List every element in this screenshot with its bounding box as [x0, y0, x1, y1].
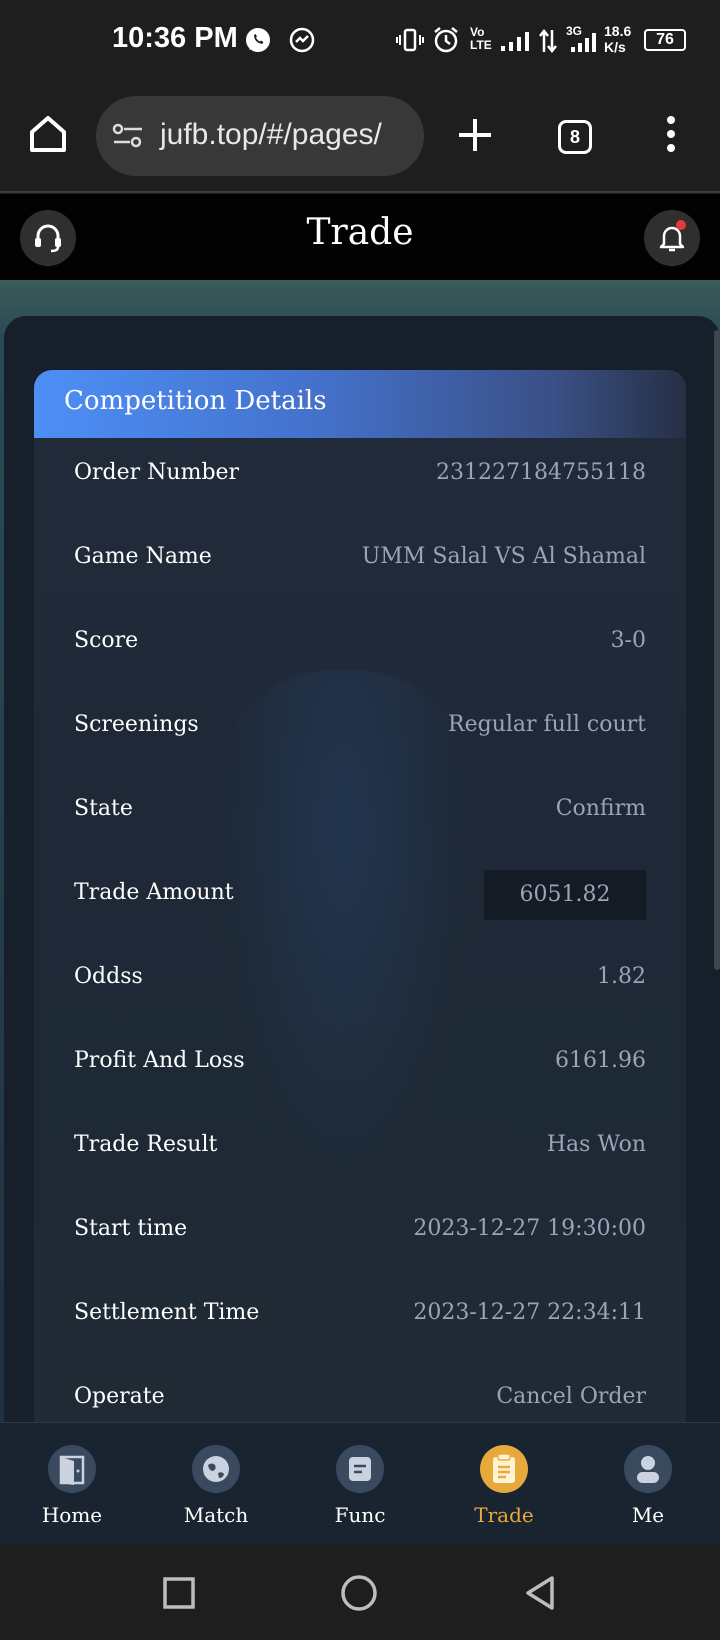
status-time: 10:36 PM — [112, 22, 238, 54]
competition-details-card: Competition Details Order Number 2312271… — [34, 370, 686, 1422]
detail-value: 2023-12-27 19:30:00 — [413, 1216, 646, 1241]
detail-label: Start time — [74, 1216, 188, 1241]
detail-label: State — [74, 796, 133, 821]
whatsapp-icon — [246, 28, 270, 52]
detail-label: Operate — [74, 1384, 165, 1409]
content-panel: Competition Details Order Number 2312271… — [4, 316, 720, 1422]
detail-row-game-name: Game Name UMM Salal VS Al Shamal — [74, 530, 646, 590]
page-title: Trade — [306, 212, 414, 253]
more-menu-icon[interactable] — [660, 114, 682, 154]
detail-label: Score — [74, 628, 139, 653]
detail-label: Order Number — [74, 460, 240, 485]
detail-label: Settlement Time — [74, 1300, 260, 1325]
document-icon — [336, 1445, 384, 1493]
page-scrollbar[interactable] — [714, 330, 720, 970]
globe-icon — [192, 1445, 240, 1493]
detail-value: 1.82 — [597, 964, 646, 989]
card-title: Competition Details — [64, 386, 327, 416]
tab-switcher-button[interactable]: 8 — [558, 120, 592, 154]
back-icon[interactable] — [522, 1574, 558, 1612]
nav-item-func[interactable]: Func — [288, 1423, 432, 1545]
network-speed: 18.6 — [604, 23, 632, 39]
nav-label: Home — [41, 1503, 103, 1527]
detail-row-state: State Confirm — [74, 782, 646, 842]
alarm-icon — [434, 27, 458, 53]
globe-glyph — [203, 1456, 229, 1482]
notification-dot — [676, 220, 686, 230]
bottom-navigation: Home Match Func Trade Me — [0, 1422, 720, 1544]
site-settings-icon[interactable] — [112, 122, 144, 150]
home-door-icon — [48, 1445, 96, 1493]
notifications-button[interactable] — [644, 210, 700, 266]
vibrate-icon — [396, 28, 424, 52]
messenger-icon — [289, 27, 315, 53]
nav-label: Me — [631, 1503, 665, 1527]
detail-row-start-time: Start time 2023-12-27 19:30:00 — [74, 1202, 646, 1262]
volte-label: Vo LTE — [470, 25, 492, 52]
signal-icon — [501, 32, 529, 51]
detail-row-profit-and-loss: Profit And Loss 6161.96 — [74, 1034, 646, 1094]
status-bar: 10:36 PM Vo LTE 3G 18.6 K/s 76 — [0, 0, 720, 80]
detail-value: UMM Salal VS Al Shamal — [361, 544, 646, 569]
detail-row-odds: Oddss 1.82 — [74, 950, 646, 1010]
signal-icon-2 — [571, 33, 596, 52]
home-icon[interactable] — [26, 112, 70, 156]
address-bar[interactable]: jufb.top/#/pages/ — [96, 96, 424, 176]
detail-value: Has Won — [546, 1132, 646, 1157]
detail-row-screenings: Screenings Regular full court — [74, 698, 646, 758]
detail-value: Confirm — [555, 796, 646, 821]
trade-amount-value: 6051.82 — [484, 870, 646, 920]
detail-label: Trade Result — [74, 1132, 218, 1157]
document-glyph — [349, 1457, 371, 1481]
system-navigation-bar — [0, 1544, 720, 1640]
nav-item-home[interactable]: Home — [0, 1423, 144, 1545]
detail-row-operate: Operate Cancel Order — [74, 1370, 646, 1422]
detail-label: Profit And Loss — [74, 1048, 245, 1073]
home-door-glyph — [59, 1455, 85, 1485]
nav-label: Match — [183, 1503, 249, 1527]
new-tab-icon[interactable] — [456, 116, 494, 154]
nav-item-match[interactable]: Match — [144, 1423, 288, 1545]
home-circle-icon[interactable] — [340, 1574, 378, 1612]
nav-label: Trade — [474, 1503, 534, 1527]
card-header: Competition Details — [34, 370, 686, 438]
network-speed-unit: K/s — [604, 39, 626, 55]
detail-label: Oddss — [74, 964, 143, 989]
data-transfer-icon — [539, 28, 557, 54]
clipboard-glyph — [493, 1453, 515, 1483]
url-text[interactable]: jufb.top/#/pages/ — [160, 118, 382, 152]
nav-item-me[interactable]: Me — [576, 1423, 720, 1545]
user-glyph — [637, 1456, 659, 1483]
detail-row-settlement-time: Settlement Time 2023-12-27 22:34:11 — [74, 1286, 646, 1346]
detail-value: 2023-12-27 22:34:11 — [413, 1300, 646, 1325]
detail-value: Regular full court — [448, 712, 646, 737]
recent-apps-icon[interactable] — [162, 1576, 196, 1610]
nav-item-trade[interactable]: Trade — [432, 1423, 576, 1545]
detail-value: 6161.96 — [555, 1048, 646, 1073]
clipboard-icon — [480, 1445, 528, 1493]
detail-label: Screenings — [74, 712, 199, 737]
app-header: Trade — [0, 194, 720, 280]
detail-row-order-number: Order Number 231227184755118 — [74, 446, 646, 506]
detail-row-trade-result: Trade Result Has Won — [74, 1118, 646, 1178]
battery-indicator: 76 — [644, 29, 686, 51]
detail-value: 3-0 — [610, 628, 646, 653]
detail-label: Trade Amount — [74, 880, 234, 905]
user-icon — [624, 1445, 672, 1493]
detail-row-trade-amount: Trade Amount 6051.82 — [74, 866, 646, 926]
detail-label: Game Name — [74, 544, 212, 569]
detail-row-score: Score 3-0 — [74, 614, 646, 674]
nav-label: Func — [334, 1503, 386, 1527]
cancel-order-button[interactable]: Cancel Order — [496, 1384, 646, 1409]
browser-toolbar: jufb.top/#/pages/ 8 — [0, 80, 720, 193]
detail-value: 231227184755118 — [436, 460, 646, 485]
